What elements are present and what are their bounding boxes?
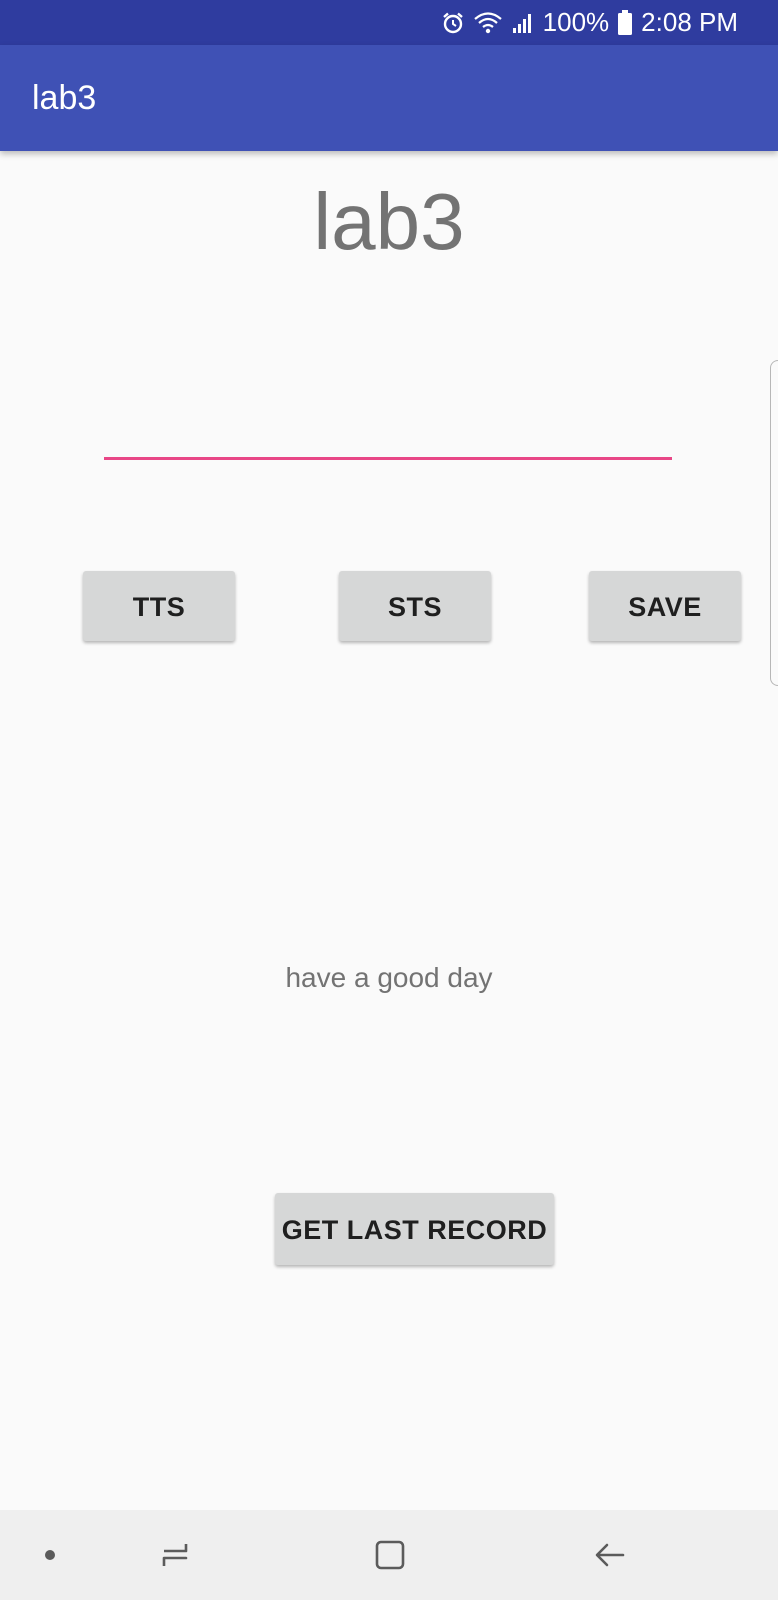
battery-icon: [617, 9, 633, 36]
navigation-bar: [0, 1510, 778, 1600]
edge-panel-handle[interactable]: [770, 360, 778, 686]
app-bar: lab3: [0, 45, 778, 151]
get-last-record-button[interactable]: GET LAST RECORD: [275, 1193, 554, 1265]
message-text: have a good day: [285, 962, 493, 993]
back-icon[interactable]: [580, 1510, 640, 1600]
recent-apps-icon[interactable]: [145, 1510, 205, 1600]
dot-icon[interactable]: [30, 1510, 70, 1600]
status-icons: 100% 2:08 PM: [441, 0, 738, 45]
status-bar: 100% 2:08 PM: [0, 0, 778, 45]
sts-button[interactable]: STS: [339, 571, 491, 641]
clock: 2:08 PM: [641, 7, 738, 37]
signal-icon: [511, 11, 535, 35]
alarm-icon: [441, 11, 465, 35]
home-icon[interactable]: [360, 1510, 420, 1600]
page-title: lab3: [313, 177, 465, 266]
tts-button[interactable]: TTS: [83, 571, 235, 641]
text-input[interactable]: [104, 380, 672, 460]
app-screen: 100% 2:08 PM lab3 lab3 TTS STS SAVE have…: [0, 0, 778, 1600]
battery-percent: 100%: [542, 7, 610, 37]
app-bar-title: lab3: [32, 79, 97, 117]
wifi-icon: [473, 11, 503, 35]
save-button[interactable]: SAVE: [589, 571, 741, 641]
